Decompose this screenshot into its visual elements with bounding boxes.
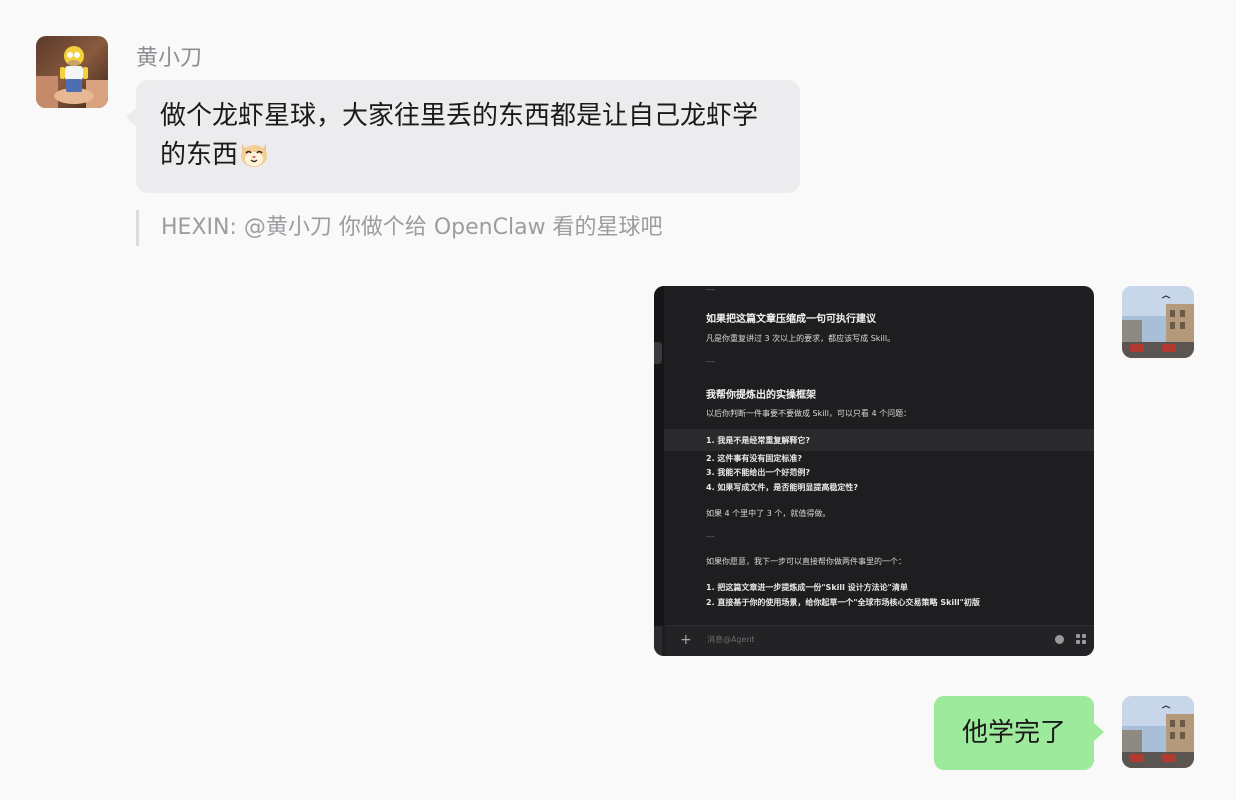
screenshot-line: 1. 我是不是经常重复解释它? [706,436,811,445]
emoji-icon [1055,635,1064,644]
self-avatar[interactable] [1122,286,1194,358]
screenshot-line: 以后你判断一件事要不要做成 Skill，可以只看 4 个问题： [706,409,912,418]
cat-face-emoji-icon [238,138,270,168]
screenshot-line: 凡是你重复讲过 3 次以上的要求，都应该写成 Skill。 [706,334,896,343]
grid-icon [1076,634,1086,644]
sender-avatar[interactable] [36,36,108,108]
outgoing-message-text: 他学完了 [961,718,1066,748]
screenshot-input-placeholder: 消息@Agent [707,635,755,644]
self-avatar[interactable] [1122,696,1194,768]
street-photo-avatar [1122,696,1194,768]
screenshot-line: --- [706,357,715,366]
screenshot-heading: 我帮你提炼出的实操框架 [706,390,816,401]
incoming-message-bubble[interactable]: 做个龙虾星球，大家往里丢的东西都是让自己龙虾学的东西 [126,80,800,193]
screenshot-scroll-knob [654,342,662,364]
outgoing-message-bubble[interactable]: 他学完了 [934,696,1104,770]
screenshot-line: --- [706,286,715,294]
screenshot-line: 1. 把这篇文章进一步提炼成一份"Skill 设计方法论"清单 [706,583,908,592]
quoted-reply[interactable]: HEXIN: @黄小刀 你做个给 OpenClaw 看的星球吧 [136,210,663,246]
screenshot-rail-bottom [654,626,662,656]
screenshot-line: 4. 如果写成文件，是否能明显提高稳定性? [706,483,859,492]
homer-simpson-figure-avatar [36,36,108,108]
plus-icon: + [680,632,692,648]
screenshot-line: 2. 这件事有没有固定标准? [706,454,803,463]
screenshot-line: 如果 4 个里中了 3 个，就值得做。 [706,509,831,518]
sender-name: 黄小刀 [136,46,203,71]
screenshot-sidebar [654,286,664,626]
screenshot-line: 如果你愿意，我下一步可以直接帮你做两件事里的一个： [706,557,906,566]
chat-screenshot-image[interactable]: --- 如果把这篇文章压缩成一句可执行建议 凡是你重复讲过 3 次以上的要求，都… [654,286,1094,656]
street-photo-avatar [1122,286,1194,358]
screenshot-line: 2. 直接基于你的使用场景，给你起草一个"全球市场核心交易策略 Skill"初版 [706,598,980,607]
screenshot-line: 3. 我能不能给出一个好范例? [706,468,811,477]
screenshot-line: --- [706,532,715,541]
screenshot-heading: 如果把这篇文章压缩成一句可执行建议 [706,314,876,325]
